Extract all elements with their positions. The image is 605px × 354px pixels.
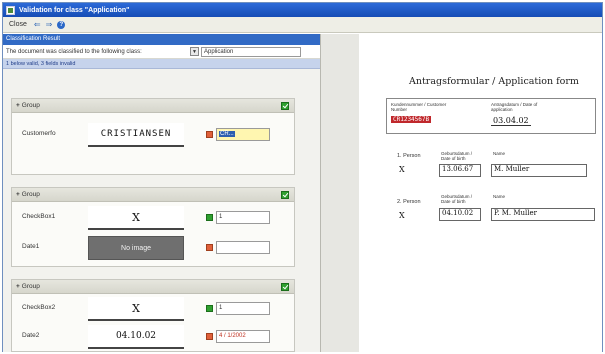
field-group-1: + Group Customerfo CRISTIANSEN CR... [11,98,295,175]
validation-status: 1 below valid, 3 fields invalid [3,59,320,69]
person-1-label: 1. Person [397,153,421,159]
validation-window: Validation for class "Application" Close… [2,2,603,352]
checkbox2-value-input[interactable]: 1 [216,302,270,315]
customer-value-text: CR... [219,131,235,137]
group-valid-icon [281,102,289,110]
panel-splitter[interactable] [321,34,359,352]
group-title: Group [21,191,40,198]
classification-text: The document was classified to the follo… [6,48,142,55]
person-2-name-label: Name [493,194,506,199]
window-title: Validation for class "Application" [19,6,130,14]
date1-value-input[interactable] [216,241,270,254]
person-2-label: 2. Person [397,199,421,205]
group-header[interactable]: + Group [12,280,294,294]
field-snippet-image: 04.10.02 [88,325,184,349]
field-group-3: + Group CheckBox2 X 1 Date2 04.10.02 4 /… [11,279,295,352]
field-label: CheckBox2 [22,304,56,311]
toolbar: Close ⇐ ⇒ ? [3,17,602,33]
person-1-birth-label: Geburtsdatum / Date of birth [441,151,473,161]
no-image-snippet: No image [88,236,184,260]
field-row-checkbox2: CheckBox2 X 1 [12,295,296,323]
field-invalid-icon [206,244,213,251]
expand-icon[interactable]: + [16,191,20,198]
expand-icon[interactable]: + [16,102,20,109]
field-row-date2: Date2 04.10.02 4 / 1/2002 [12,323,296,351]
class-dropdown-icon[interactable]: ▼ [190,47,199,56]
person-1-name-value: M. Muller [491,164,587,177]
field-row-checkbox1: CheckBox1 X 1 [12,204,296,232]
person-2-checkbox-mark: X [399,211,405,220]
field-row-date1: Date1 No image [12,234,296,262]
field-group-2: + Group CheckBox1 X 1 Date1 No image [11,187,295,267]
field-label: Date1 [22,243,40,250]
group-header[interactable]: + Group [12,188,294,202]
person-1-checkbox-mark: X [399,165,405,174]
application-date-label: Antragsdatum / Date of application [491,102,538,112]
document-header-box: Kundennummer / Customer Number CR1234567… [386,98,596,134]
field-valid-icon [206,305,213,312]
customer-value-input[interactable]: CR... [216,128,270,141]
expand-icon[interactable]: + [16,283,20,290]
person-2-birth-label: Geburtsdatum / Date of birth [441,194,473,204]
person-1-birth-value: 13.06.67 [439,164,481,177]
application-date-value: 03.04.02 [491,116,531,126]
field-invalid-icon [206,333,213,340]
person-2-name-value: P. M. Muller [491,208,595,221]
close-button[interactable]: Close [7,21,29,28]
group-valid-icon [281,283,289,291]
field-label: Customerfo [22,130,56,137]
back-arrow-icon[interactable]: ⇐ [34,20,41,29]
person-1-name-label: Name [493,151,506,156]
classification-row: The document was classified to the follo… [3,45,320,59]
field-valid-icon [206,214,213,221]
field-label: Date2 [22,332,40,339]
field-row-customer: Customerfo CRISTIANSEN CR... [12,121,296,149]
app-icon [6,5,15,15]
customer-number-label: Kundennummer / Customer Number [391,102,447,112]
group-valid-icon [281,191,289,199]
field-invalid-icon [206,131,213,138]
date2-value-input[interactable]: 4 / 1/2002 [216,330,270,343]
class-select[interactable]: Application [201,46,301,57]
forward-arrow-icon[interactable]: ⇒ [46,20,53,29]
classification-header: Classification Result [3,34,320,45]
checkbox1-value-input[interactable]: 1 [216,211,270,224]
person-2-birth-value: 04.10.02 [439,208,481,221]
title-bar: Validation for class "Application" [3,3,602,17]
customer-number-value: CR1234567B [391,116,432,123]
document-title: Antragsformular / Application form [409,76,579,87]
group-header[interactable]: + Group [12,99,294,113]
field-snippet-image: CRISTIANSEN [88,123,184,147]
group-title: Group [21,102,40,109]
field-snippet-image: X [88,206,184,230]
validation-panel: Classification Result The document was c… [3,34,321,352]
field-label: CheckBox1 [22,213,56,220]
group-title: Group [21,283,40,290]
field-snippet-image: X [88,297,184,321]
document-preview: Antragsformular / Application form Kunde… [359,34,602,352]
help-icon[interactable]: ? [57,20,66,29]
